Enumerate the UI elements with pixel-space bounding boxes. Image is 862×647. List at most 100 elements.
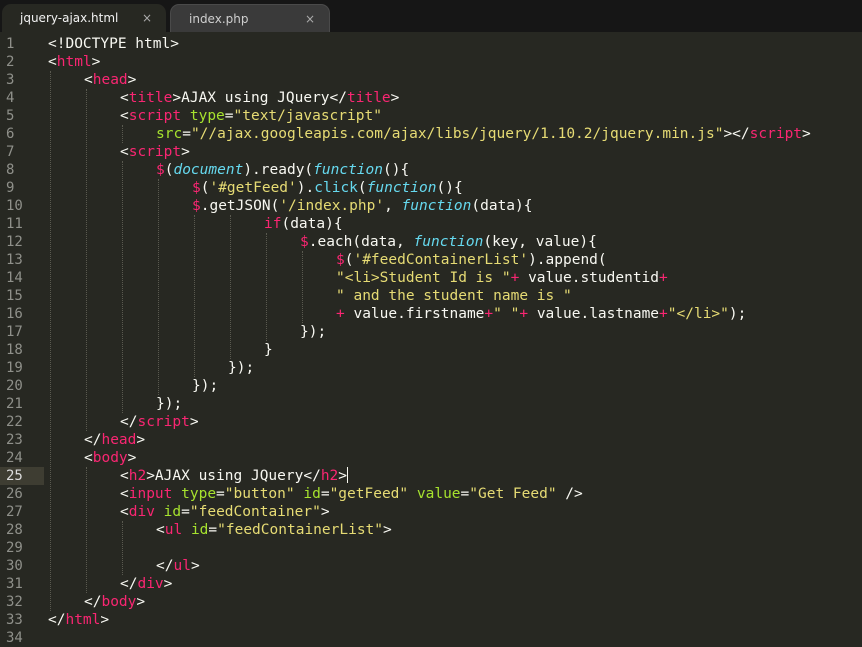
code-token: }); [156,396,183,412]
code-line[interactable]: 27 <div id="feedContainer"> [0,503,862,521]
code-line[interactable]: 3 <head> [0,71,862,89]
code-token: src [156,126,183,142]
tab-label: index.php [189,12,249,26]
code-token: ).ready( [243,162,314,178]
code-token: h2 [128,468,147,484]
code-line[interactable]: 22 </script> [0,413,862,431]
code-token: .each(data, [308,234,414,250]
code-line[interactable]: 13 $('#feedContainerList').append( [0,251,862,269]
code-line[interactable]: 18} [0,341,862,359]
code-token: $ [192,180,201,196]
code-line[interactable]: 16 + value.firstname+" "+ value.lastname+… [0,305,862,323]
code-token: = [182,126,191,142]
code-line[interactable]: 10 $.getJSON('/index.php', function(data)… [0,197,862,215]
code-token: value [416,486,461,502]
code-text: </script> [120,413,199,431]
code-line[interactable]: 24 <body> [0,449,862,467]
code-token: ). [296,180,315,196]
code-token: ul [164,522,183,538]
code-line[interactable]: 23 </head> [0,431,862,449]
code-token: html [56,54,92,70]
tab-jquery-ajax-html[interactable]: jquery-ajax.html × [2,4,166,32]
code-token: .getJSON( [200,198,280,214]
code-token: > [181,144,190,160]
code-token: < [48,54,57,70]
code-line[interactable]: 14 "<li>Student Id is "+ value.studentid+ [0,269,862,287]
code-line[interactable]: 7 <script> [0,143,862,161]
code-line[interactable]: 20}); [0,377,862,395]
code-token: >AJAX using JQuery</ [146,468,321,484]
code-token: script [128,108,182,124]
code-token: + [659,270,668,286]
code-token: type [181,486,217,502]
code-line[interactable]: 21}); [0,395,862,413]
code-line[interactable]: 25 <h2>AJAX using JQuery</h2> [0,467,862,485]
code-token: "//ajax.googleapis.com/ajax/libs/jquery/… [190,126,724,142]
code-token: (){ [436,180,463,196]
code-token: > [163,576,173,592]
code-line[interactable]: 11 if(data){ [0,215,862,233]
code-token: "button" [224,486,295,502]
code-text: </body> [84,593,145,611]
tab-index-php[interactable]: index.php × [170,4,330,32]
code-line[interactable]: 12 $.each(data, function(key, value){ [0,233,862,251]
text-cursor [347,467,349,483]
code-token: script [137,414,190,430]
code-line[interactable]: 4 <title>AJAX using JQuery</title> [0,89,862,107]
code-token: </ [84,594,102,610]
code-text: $('#getFeed').click(function(){ [192,179,463,197]
code-token: < [84,72,93,88]
close-icon[interactable]: × [142,4,152,32]
code-text: <!DOCTYPE html> [48,35,179,53]
code-text: <h2>AJAX using JQuery</h2> [120,467,349,485]
code-token: "feedContainer" [189,504,321,520]
code-token: div [137,576,164,592]
code-token: >AJAX using JQuery</ [172,90,347,106]
code-line[interactable]: 2 <html> [0,53,862,71]
line-number: 2 [6,54,15,70]
code-line[interactable]: 34 [0,629,862,647]
code-text: </div> [120,575,172,593]
code-token: '#feedContainerList' [353,252,529,268]
code-line[interactable]: 32 </body> [0,593,862,611]
code-token: }); [228,360,255,376]
close-icon[interactable]: × [305,5,315,33]
line-number: 27 [6,504,23,520]
code-line[interactable]: 33 </html> [0,611,862,629]
code-line[interactable]: 19}); [0,359,862,377]
code-token: <!DOCTYPE html> [48,36,179,52]
code-token: function [401,198,472,214]
code-token: " " [493,306,520,322]
code-token: function [413,234,484,250]
code-token: " and the student name is " [336,288,572,304]
code-token: > [338,468,348,484]
code-token: click [314,180,358,196]
code-text: } [264,341,273,359]
code-token: (){ [383,162,410,178]
line-number: 15 [6,288,23,304]
line-number: 4 [6,90,15,106]
code-text: $.each(data, function(key, value){ [300,233,597,251]
code-line[interactable]: 1 <!DOCTYPE html> [0,35,862,53]
line-number: 6 [6,126,15,142]
code-token: $ [156,162,165,178]
code-line[interactable]: 30 </ul> [0,557,862,575]
line-number: 23 [6,432,23,448]
code-text: </ul> [156,557,200,575]
code-token: > [91,54,101,70]
code-line[interactable]: 29 [0,539,862,557]
code-line[interactable]: 8 $(document).ready(function(){ [0,161,862,179]
code-line[interactable]: 17}); [0,323,862,341]
code-line[interactable]: 26 <input type="button" id="getFeed" valu… [0,485,862,503]
code-line[interactable]: 6 src="//ajax.googleapis.com/ajax/libs/jq… [0,125,862,143]
code-line[interactable]: 31 </div> [0,575,862,593]
tab-label: jquery-ajax.html [20,11,119,25]
code-line[interactable]: 15 " and the student name is " [0,287,862,305]
code-token: ( [357,180,367,196]
code-editor[interactable]: 1 <!DOCTYPE html> 2 <html> 3 <head> 4 <title>AJ… [0,32,862,647]
code-line[interactable]: 28 <ul id="feedContainerList"> [0,521,862,539]
code-token: document [173,162,244,178]
code-line[interactable]: 5 <script type="text/javascript" [0,107,862,125]
code-line[interactable]: 9 $('#getFeed').click(function(){ [0,179,862,197]
line-number: 10 [6,198,23,214]
